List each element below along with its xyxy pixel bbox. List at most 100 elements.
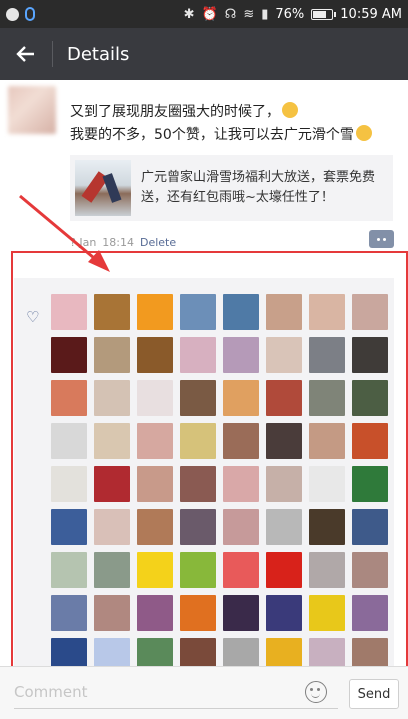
delete-link[interactable]: Delete	[140, 236, 176, 249]
battery-percent: 76%	[275, 6, 305, 22]
headset-icon: ☊	[224, 6, 237, 22]
liker-avatar[interactable]	[266, 552, 302, 588]
liker-avatar[interactable]	[180, 509, 216, 545]
liker-avatar[interactable]	[180, 595, 216, 631]
heart-icon: ♡	[26, 308, 40, 326]
liker-avatar[interactable]	[51, 294, 87, 330]
app-notification-icon	[6, 7, 19, 21]
liker-avatar[interactable]	[51, 509, 87, 545]
liker-avatar[interactable]	[180, 466, 216, 502]
liker-avatar[interactable]	[309, 595, 345, 631]
smile-emoji-icon	[282, 102, 298, 118]
signal-icon: ▮	[261, 6, 269, 22]
liker-avatar[interactable]	[180, 380, 216, 416]
liker-avatar[interactable]	[223, 294, 259, 330]
grin-emoji-icon	[355, 125, 372, 141]
liker-avatar[interactable]	[51, 380, 87, 416]
liker-avatar[interactable]	[137, 595, 173, 631]
liker-avatar[interactable]	[94, 337, 130, 373]
liker-avatar[interactable]	[137, 466, 173, 502]
title-bar: Details	[0, 28, 408, 80]
liker-avatar[interactable]	[266, 423, 302, 459]
bluetooth-icon: ✱	[183, 6, 195, 22]
emoji-icon[interactable]	[305, 681, 327, 703]
liker-avatar[interactable]	[51, 595, 87, 631]
liker-avatar[interactable]	[223, 509, 259, 545]
comment-input[interactable]	[14, 675, 338, 709]
liker-avatar[interactable]	[94, 294, 130, 330]
liker-avatar[interactable]	[51, 423, 87, 459]
liker-avatar[interactable]	[137, 294, 173, 330]
liker-avatar[interactable]	[309, 423, 345, 459]
liker-avatar[interactable]	[137, 423, 173, 459]
liker-avatar[interactable]	[309, 552, 345, 588]
liker-avatar[interactable]	[94, 466, 130, 502]
post-text-line2: 我要的不多，50个赞，让我可以去广元滑个雪	[70, 127, 354, 143]
clock: 10:59 AM	[340, 6, 402, 22]
shared-link-text: 广元曾家山滑雪场福利大放送，套票免费送，还有红包雨哦~太壕任性了！	[141, 170, 376, 205]
comment-bar: Send	[0, 666, 408, 719]
title-divider	[52, 41, 53, 67]
liker-avatar[interactable]	[223, 423, 259, 459]
post-meta: ? Jan 18:14 Delete	[70, 236, 176, 249]
liker-avatar[interactable]	[180, 552, 216, 588]
liker-avatar[interactable]	[137, 552, 173, 588]
liker-avatar[interactable]	[94, 509, 130, 545]
page-title: Details	[67, 43, 130, 65]
liker-avatar[interactable]	[180, 423, 216, 459]
liker-avatar[interactable]	[309, 509, 345, 545]
notification-icon	[25, 7, 35, 21]
liker-avatar[interactable]	[51, 552, 87, 588]
liker-avatar[interactable]	[352, 595, 388, 631]
liker-avatar[interactable]	[223, 380, 259, 416]
author-avatar[interactable]	[8, 86, 56, 134]
liker-avatar[interactable]	[266, 380, 302, 416]
likes-panel: ♡	[14, 278, 394, 674]
post-text: 又到了展现朋友圈强大的时候了， 我要的不多，50个赞，让我可以去广元滑个雪	[70, 101, 400, 147]
comment-options-button[interactable]	[369, 230, 394, 248]
liker-avatar[interactable]	[266, 595, 302, 631]
back-arrow-icon[interactable]	[0, 28, 52, 80]
liker-avatar[interactable]	[352, 294, 388, 330]
liker-avatar[interactable]	[94, 595, 130, 631]
moments-details-screen: ✱ ⏰ ☊ ≋ ▮ 76% 10:59 AM Details 又到了展现朋友圈强…	[0, 0, 408, 719]
post-text-line1: 又到了展现朋友圈强大的时候了，	[70, 104, 280, 120]
liker-avatar[interactable]	[223, 595, 259, 631]
status-bar: ✱ ⏰ ☊ ≋ ▮ 76% 10:59 AM	[0, 0, 408, 28]
liker-avatar[interactable]	[223, 466, 259, 502]
liker-avatar[interactable]	[309, 466, 345, 502]
liker-avatar[interactable]	[266, 509, 302, 545]
liker-avatar-grid	[51, 294, 393, 674]
liker-avatar[interactable]	[352, 423, 388, 459]
liker-avatar[interactable]	[266, 466, 302, 502]
liker-avatar[interactable]	[309, 337, 345, 373]
liker-avatar[interactable]	[51, 337, 87, 373]
battery-icon	[311, 8, 337, 20]
ski-thumbnail	[75, 160, 131, 216]
liker-avatar[interactable]	[352, 380, 388, 416]
wifi-icon: ≋	[243, 6, 255, 22]
liker-avatar[interactable]	[266, 337, 302, 373]
shared-link-card[interactable]: 广元曾家山滑雪场福利大放送，套票免费送，还有红包雨哦~太壕任性了！	[70, 155, 393, 221]
liker-avatar[interactable]	[51, 466, 87, 502]
liker-avatar[interactable]	[180, 337, 216, 373]
send-button[interactable]: Send	[349, 679, 399, 709]
liker-avatar[interactable]	[352, 552, 388, 588]
liker-avatar[interactable]	[137, 509, 173, 545]
liker-avatar[interactable]	[352, 337, 388, 373]
liker-avatar[interactable]	[309, 294, 345, 330]
liker-avatar[interactable]	[223, 552, 259, 588]
liker-avatar[interactable]	[180, 294, 216, 330]
liker-avatar[interactable]	[137, 337, 173, 373]
liker-avatar[interactable]	[352, 509, 388, 545]
liker-avatar[interactable]	[223, 337, 259, 373]
alarm-icon: ⏰	[201, 6, 218, 22]
liker-avatar[interactable]	[352, 466, 388, 502]
liker-avatar[interactable]	[94, 380, 130, 416]
liker-avatar[interactable]	[137, 380, 173, 416]
liker-avatar[interactable]	[94, 552, 130, 588]
liker-avatar[interactable]	[309, 380, 345, 416]
liker-avatar[interactable]	[94, 423, 130, 459]
liker-avatar[interactable]	[266, 294, 302, 330]
post-date: ? Jan	[70, 236, 97, 249]
